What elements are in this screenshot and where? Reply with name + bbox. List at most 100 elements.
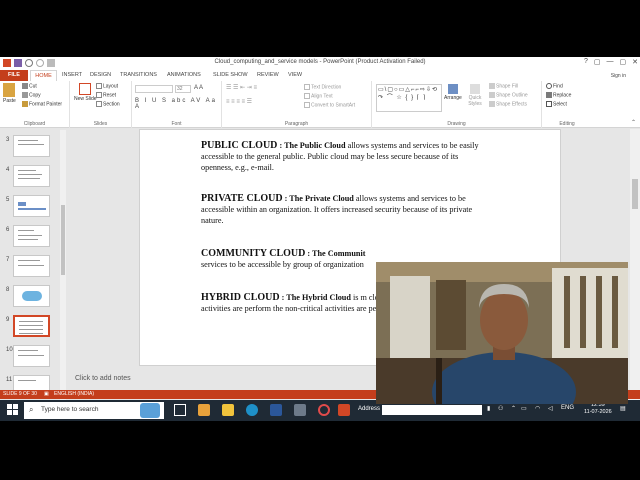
tab-view[interactable]: VIEW <box>288 72 302 78</box>
windows-start-icon[interactable] <box>7 404 19 416</box>
clock-date: 11-07-2026 <box>584 409 612 415</box>
font-family-box[interactable] <box>135 85 173 93</box>
paste-button[interactable]: Paste <box>3 83 16 104</box>
effects-icon <box>489 101 495 107</box>
private-cloud-paragraph[interactable]: PRIVATE CLOUD : The Private Cloud allows… <box>201 193 489 226</box>
layout-button[interactable]: Layout <box>96 83 118 89</box>
screen: Cloud_computing_and_service models - Pow… <box>0 0 640 480</box>
align-buttons-icon[interactable]: ≡ ≡ ≡ ≡ ☰ <box>226 98 252 105</box>
shape-effects-button[interactable]: Shape Effects <box>489 101 527 107</box>
layout-label: Layout <box>103 83 119 90</box>
thumbnail-row[interactable]: 10 <box>0 345 66 371</box>
recorder-icon[interactable] <box>318 404 330 416</box>
arrange-icon <box>447 84 458 94</box>
layout-icon <box>96 83 102 89</box>
tab-design[interactable]: DESIGN <box>90 72 111 78</box>
collapse-ribbon-icon[interactable]: ⌃ <box>631 119 636 126</box>
clock[interactable]: 12:39 11-07-2026 <box>584 402 612 416</box>
maximize-icon[interactable]: ▢ <box>620 58 627 66</box>
find-button[interactable]: Find <box>546 83 563 89</box>
slide-thumbnail[interactable] <box>13 135 50 157</box>
font-size-box[interactable]: 32 <box>175 85 191 93</box>
thumbnail-row[interactable]: 9 <box>0 315 66 341</box>
slide-thumbnail[interactable] <box>13 225 50 247</box>
thumbnail-row[interactable]: 5 <box>0 195 66 221</box>
thumbnail-row[interactable]: 8 <box>0 285 66 311</box>
close-icon[interactable]: ✕ <box>632 58 638 66</box>
section-button[interactable]: Section <box>96 101 120 107</box>
thumbnail-row[interactable]: 3 <box>0 135 66 161</box>
arrange-label: Arrange <box>444 95 462 101</box>
scrollbar-thumb[interactable] <box>632 179 638 209</box>
scrollbar-thumb[interactable] <box>61 205 65 275</box>
arrange-button[interactable]: Arrange <box>444 84 462 101</box>
language-tray[interactable]: ENG <box>561 405 574 411</box>
thumbnail-row[interactable]: 4 <box>0 165 66 191</box>
slide-thumbnail-active[interactable] <box>13 315 50 337</box>
scissors-icon <box>22 83 28 89</box>
tab-home[interactable]: HOME <box>30 70 57 81</box>
address-input[interactable] <box>382 405 482 415</box>
powerpoint-taskbar-icon[interactable] <box>338 404 350 416</box>
thumbnail-row[interactable]: 7 <box>0 255 66 281</box>
thumbnails-scrollbar[interactable] <box>60 130 66 413</box>
edge-icon[interactable] <box>246 404 258 416</box>
language-indicator[interactable]: ENGLISH (INDIA) <box>54 391 94 397</box>
align-text-button[interactable]: Align Text <box>304 93 333 99</box>
tab-transitions[interactable]: TRANSITIONS <box>120 72 157 78</box>
tray-app-icon[interactable]: ▮ <box>487 405 490 412</box>
quick-styles-button[interactable]: Quick Styles <box>467 84 483 107</box>
slide-thumbnail[interactable] <box>13 195 50 217</box>
help-icon[interactable]: ? <box>584 58 588 66</box>
wifi-icon[interactable]: ◠ <box>535 405 540 412</box>
slide-scrollbar[interactable] <box>630 129 640 413</box>
new-slide-button[interactable]: New Slide <box>74 83 97 102</box>
people-icon[interactable]: ⚇ <box>498 405 503 412</box>
task-view-icon[interactable] <box>174 404 186 416</box>
reset-button[interactable]: Reset <box>96 92 116 98</box>
quick-styles-icon <box>470 84 480 94</box>
editing-group: Find Replace Select Editing <box>542 81 592 128</box>
spellcheck-icon[interactable]: ▣ <box>44 391 49 397</box>
shape-fill-button[interactable]: Shape Fill <box>489 83 518 89</box>
slides-label: Slides <box>93 121 108 127</box>
replace-button[interactable]: Replace <box>546 92 571 98</box>
smartart-button[interactable]: Convert to SmartArt <box>304 102 355 108</box>
word-icon[interactable] <box>270 404 282 416</box>
notes-placeholder[interactable]: Click to add notes <box>75 375 131 382</box>
shape-effects-label: Shape Effects <box>496 101 528 108</box>
notification-icon[interactable]: ▤ <box>620 405 626 412</box>
cut-button[interactable]: Cut <box>22 83 37 89</box>
minimize-icon[interactable]: — <box>607 58 614 66</box>
tab-file[interactable]: FILE <box>0 70 28 81</box>
tab-animations[interactable]: ANIMATIONS <box>167 72 201 78</box>
slide-thumbnail[interactable] <box>13 165 50 187</box>
file-explorer-icon[interactable] <box>222 404 234 416</box>
chevron-up-icon[interactable]: ⌃ <box>511 405 516 412</box>
public-cloud-paragraph[interactable]: PUBLIC CLOUD : The Public Cloud allows s… <box>201 140 489 173</box>
slide-thumbnail[interactable] <box>13 345 50 367</box>
tab-slide-show[interactable]: SLIDE SHOW <box>213 72 248 78</box>
tab-insert[interactable]: INSERT <box>62 72 82 78</box>
display-icon[interactable]: ▭ <box>521 405 527 412</box>
font-size-grow-icon[interactable]: A A <box>194 85 203 91</box>
font-format-buttons[interactable]: B I U S abc AV Aa A <box>135 98 221 110</box>
text-direction-icon <box>304 84 310 90</box>
copy-button[interactable]: Copy <box>22 92 41 98</box>
text-direction-button[interactable]: Text Direction <box>304 84 341 90</box>
select-button[interactable]: Select <box>546 101 567 107</box>
slide-thumbnail[interactable] <box>13 255 50 277</box>
copilot-icon[interactable] <box>198 404 210 416</box>
shapes-gallery[interactable]: ▭\▢○▭△⌐⌐⇨⇩⟲ ↷ ⌒ ☆ { } ⌈ ⌉ <box>376 84 442 112</box>
taskbar-search-box[interactable]: ⌕ Type here to search <box>24 402 164 419</box>
volume-icon[interactable]: ◁ <box>548 405 553 412</box>
shape-outline-button[interactable]: Shape Outline <box>489 92 528 98</box>
tab-review[interactable]: REVIEW <box>257 72 279 78</box>
list-buttons-icon[interactable]: ☰ ☰ ⇤ ⇥ ≡ <box>226 84 257 91</box>
thumbnail-row[interactable]: 6 <box>0 225 66 251</box>
photos-icon[interactable] <box>294 404 306 416</box>
format-painter-button[interactable]: Format Painter <box>22 101 62 107</box>
slide-thumbnail[interactable] <box>13 285 50 307</box>
ribbon-display-icon[interactable]: ▢ <box>594 58 601 66</box>
sign-in-link[interactable]: Sign in <box>611 73 626 79</box>
